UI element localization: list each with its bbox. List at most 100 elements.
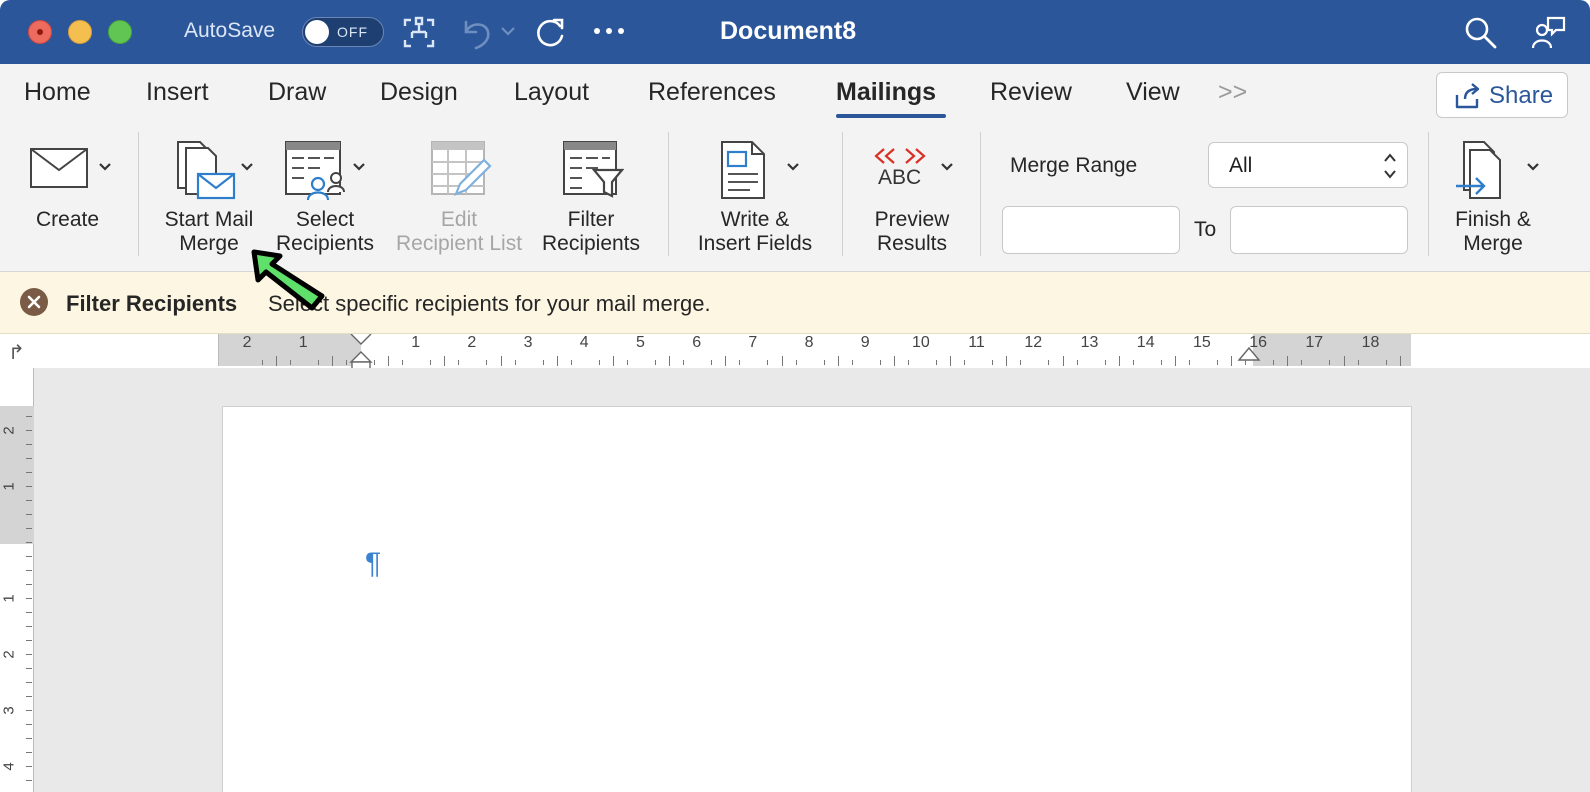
vertical-ruler-tick	[26, 710, 32, 711]
chevron-down-icon	[787, 163, 799, 171]
merge-range-to-field[interactable]	[1230, 206, 1408, 254]
title-bar: AutoSave OFF Document8	[0, 0, 1590, 64]
ruler-tick	[612, 356, 614, 366]
ribbon-separator	[980, 132, 981, 256]
ruler-tick	[907, 360, 909, 365]
ruler-number: 2	[467, 334, 477, 351]
vertical-ruler-number: 2	[0, 650, 18, 659]
filter-recipients-icon	[563, 141, 624, 198]
share-icon	[1455, 83, 1480, 109]
autosave-state: OFF	[337, 24, 368, 40]
ruler-tick	[261, 360, 263, 365]
vertical-ruler-tick	[26, 542, 32, 543]
tab-references[interactable]: References	[648, 78, 776, 107]
ruler-number: 4	[579, 334, 589, 351]
minimize-window-button[interactable]	[68, 20, 92, 44]
message-bar: Filter Recipients Select specific recipi…	[0, 272, 1590, 334]
vertical-ruler-tick	[26, 682, 32, 683]
merge-range-value: All	[1229, 154, 1253, 177]
ruler-tick	[964, 360, 966, 365]
more-options-icon[interactable]	[592, 24, 626, 38]
ruler-tick	[781, 356, 783, 366]
tab-review[interactable]: Review	[990, 78, 1072, 107]
ruler-tick	[345, 360, 347, 365]
vertical-ruler-tick	[26, 654, 32, 655]
ruler-tick	[1076, 360, 1078, 365]
redo-icon[interactable]	[534, 16, 568, 50]
ruler-tick	[1048, 360, 1050, 365]
ruler-tick	[1399, 356, 1401, 366]
ruler-number: 12	[1024, 334, 1043, 351]
zoom-window-button[interactable]	[108, 20, 132, 44]
close-icon	[27, 295, 41, 309]
ruler-number: 2	[242, 334, 252, 351]
horizontal-ruler-row: ↱ 2 1 1 2 3 4 5 6 7 8 9 10 11 12 13 14 15 16 17 18	[0, 334, 1590, 373]
save-icon[interactable]	[400, 16, 438, 50]
ruler-tick	[739, 360, 741, 365]
ribbon-separator	[138, 132, 139, 256]
chevron-down-icon	[241, 163, 253, 171]
ruler-number: 10	[912, 334, 930, 351]
ruler-tick	[388, 356, 390, 366]
ruler-tick	[936, 360, 938, 365]
comments-person-icon[interactable]	[1530, 14, 1568, 52]
chevron-down-icon	[99, 163, 111, 171]
label-line: Start Mail	[164, 208, 254, 231]
tab-view[interactable]: View	[1126, 78, 1180, 107]
merge-range-from-field[interactable]	[1002, 206, 1180, 254]
ruler-tick	[1329, 360, 1331, 365]
tab-mailings[interactable]: Mailings	[836, 78, 936, 107]
ruler-tick	[317, 360, 319, 365]
undo-dropdown-chevron-icon[interactable]	[500, 24, 516, 38]
vertical-ruler-tick	[26, 738, 32, 739]
start-mail-merge-icon	[177, 141, 236, 200]
vertical-ruler-tick	[26, 640, 32, 641]
tab-draw[interactable]: Draw	[268, 78, 326, 107]
vertical-ruler-tick	[26, 514, 32, 515]
finish-merge-icon	[1456, 141, 1501, 199]
label-line: Insert Fields	[697, 232, 813, 255]
tab-layout[interactable]: Layout	[514, 78, 589, 107]
ruler-tick	[837, 356, 839, 366]
ruler-tick	[1118, 356, 1120, 366]
filter-recipients-label: Filter Recipients	[538, 208, 644, 256]
tab-home[interactable]: Home	[24, 78, 91, 107]
ruler-tick	[289, 360, 291, 365]
vertical-ruler-tick	[26, 752, 32, 753]
search-icon[interactable]	[1464, 16, 1498, 50]
tab-selector-icon[interactable]: ↱	[8, 340, 25, 365]
ruler-number: 1	[298, 334, 308, 351]
ruler-tick	[1006, 356, 1008, 366]
share-button[interactable]: Share	[1436, 72, 1568, 118]
ruler-tick	[879, 360, 881, 365]
ruler-tick	[626, 360, 628, 365]
close-window-button[interactable]	[28, 20, 52, 44]
ruler-tick	[542, 360, 544, 365]
merge-range-select[interactable]: All	[1208, 142, 1408, 188]
autosave-toggle[interactable]: OFF	[302, 17, 384, 47]
ruler-number: 1	[411, 334, 421, 351]
undo-icon[interactable]	[458, 16, 494, 50]
vertical-ruler-tick	[26, 584, 32, 585]
ruler-tick	[1357, 360, 1359, 365]
vertical-ruler[interactable]: 2 1 1 2 3 4	[0, 368, 34, 792]
dismiss-message-button[interactable]	[20, 288, 48, 316]
toggle-knob	[305, 20, 329, 44]
ruler-tick	[950, 356, 952, 366]
ruler-tick	[669, 356, 671, 366]
label-line: Edit	[440, 208, 478, 231]
ruler-tick	[1188, 360, 1190, 365]
vertical-ruler-tick	[26, 696, 32, 697]
preview-arrows-icon	[874, 148, 926, 164]
horizontal-ruler[interactable]: 2 1 1 2 3 4 5 6 7 8 9 10 11 12 13 14 15 16 17 18	[218, 334, 1411, 373]
tab-insert[interactable]: Insert	[146, 78, 209, 107]
tab-design[interactable]: Design	[380, 78, 458, 107]
ruler-tick	[1104, 360, 1106, 365]
tabs-overflow-chevron-icon[interactable]: >>	[1218, 78, 1247, 107]
ruler-tick	[1231, 356, 1233, 366]
ruler-tick	[556, 356, 558, 366]
document-area: 2 1 1 2 3 4 ¶	[0, 368, 1590, 792]
vertical-ruler-tick	[26, 486, 32, 487]
document-page[interactable]: ¶	[222, 406, 1412, 792]
ribbon-separator	[1428, 132, 1429, 256]
